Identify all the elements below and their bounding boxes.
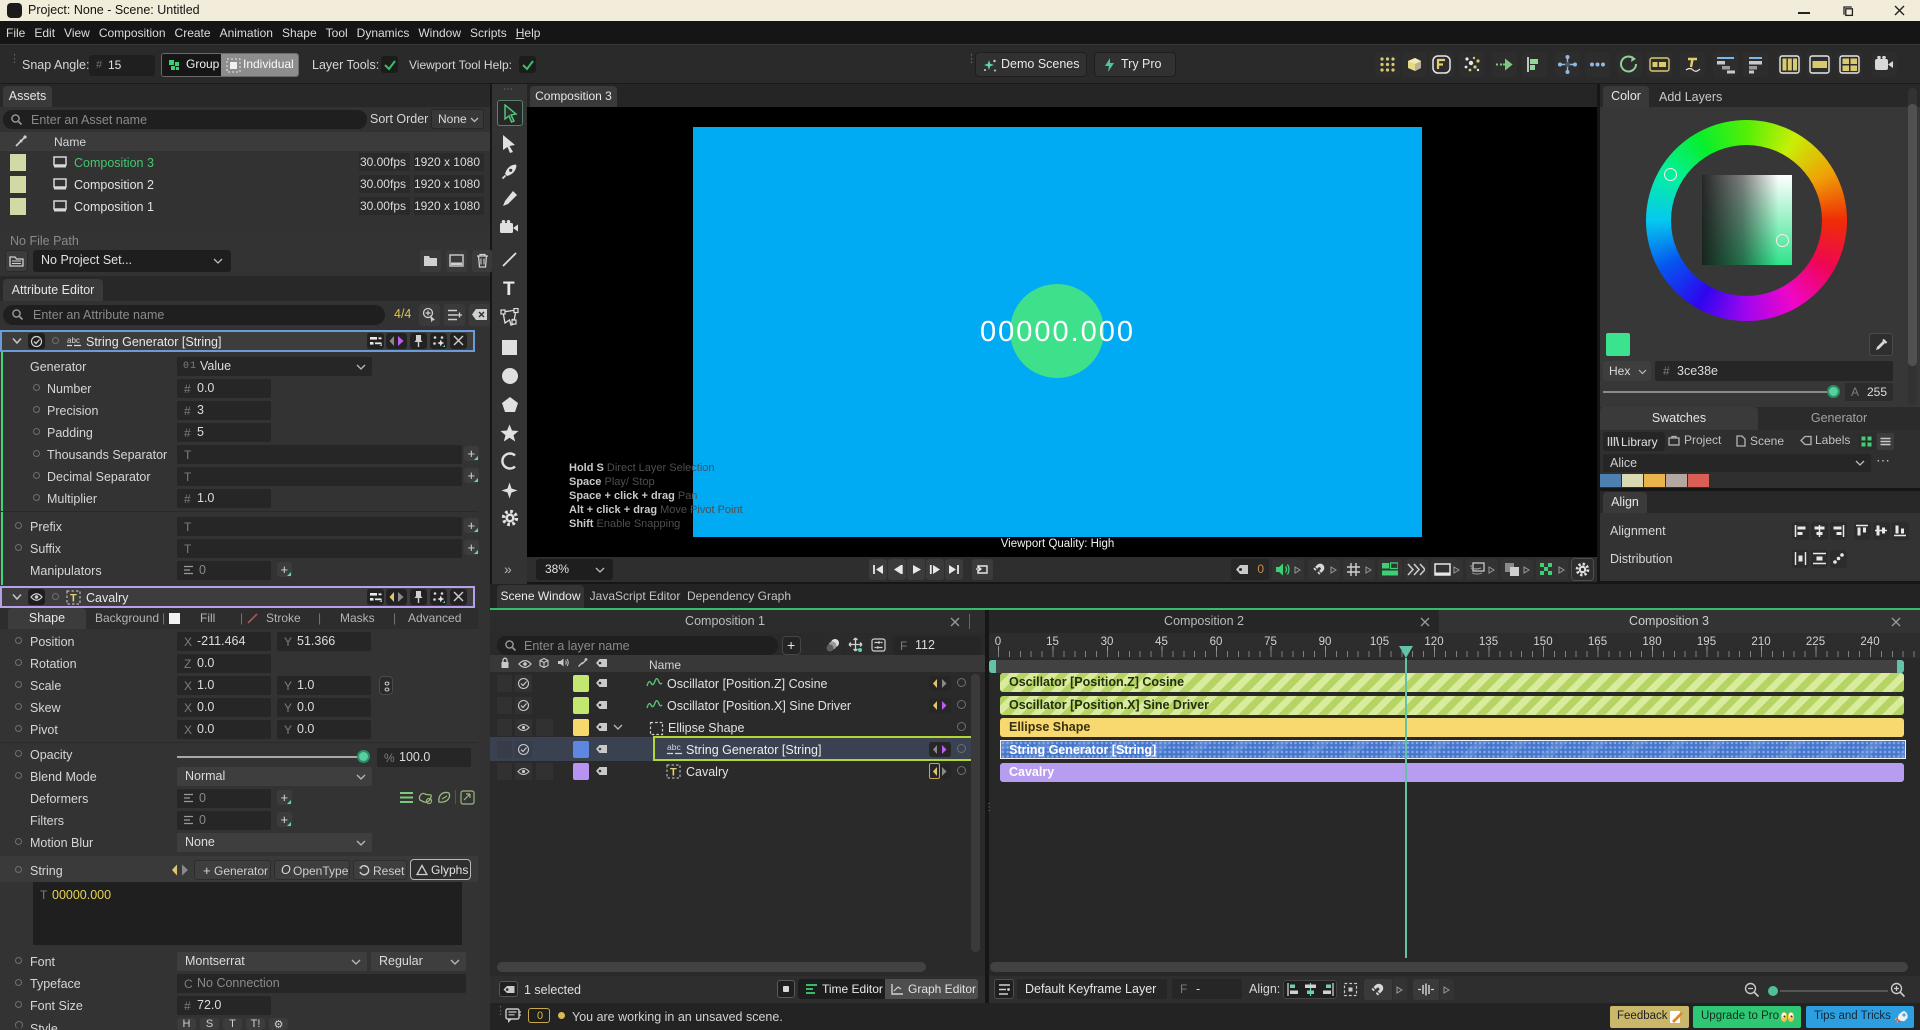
svg-text:T: T xyxy=(670,767,677,779)
svg-text:abc: abc xyxy=(67,336,80,345)
svg-text:T: T xyxy=(70,593,77,605)
